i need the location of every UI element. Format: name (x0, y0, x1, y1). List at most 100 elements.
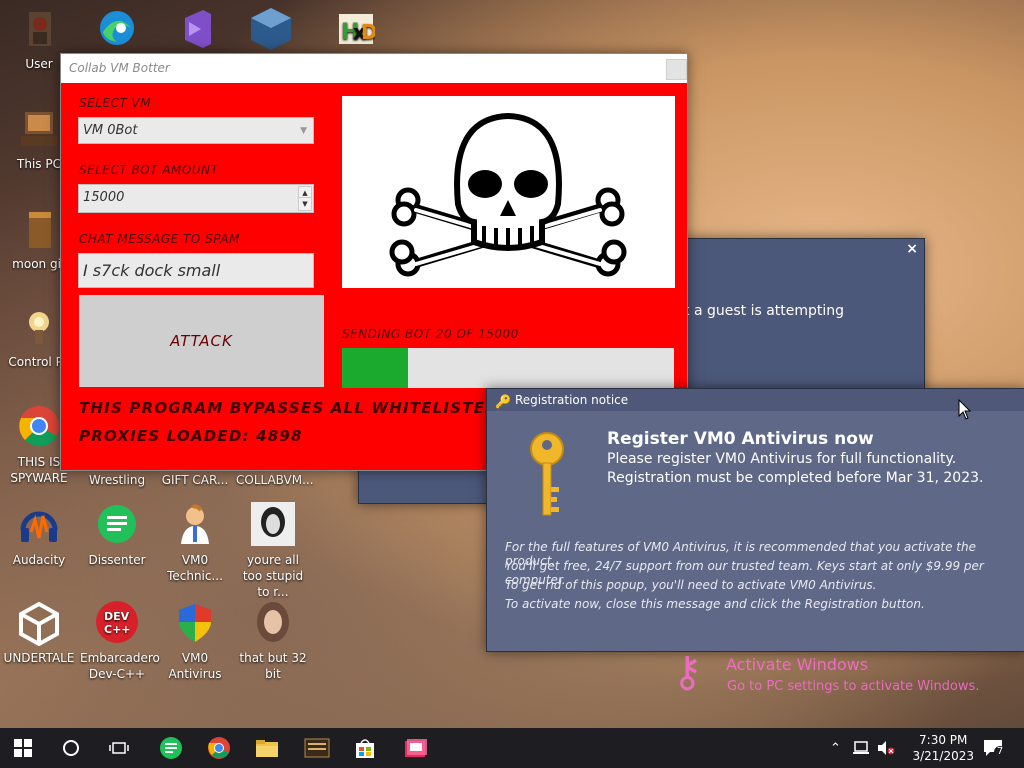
unity-logo-icon (15, 600, 63, 647)
network-status[interactable] (852, 728, 870, 768)
svg-text:D: D (361, 20, 375, 44)
desktop-icon-edge[interactable] (80, 6, 154, 56)
close-button[interactable] (666, 59, 687, 80)
desktop-icon-dissenter[interactable]: Dissenter (80, 502, 154, 568)
desktop-icon-audacity[interactable]: Audacity (2, 502, 76, 568)
window-titlebar[interactable]: Collab VM Botter (61, 54, 687, 83)
search-circle-icon (63, 740, 79, 756)
clock-date: 3/21/2023 (912, 749, 974, 763)
info-line-3: To get rid of this popup, you'll need to… (505, 578, 877, 592)
user-folder-icon (15, 6, 63, 52)
virtualbox-icon (247, 6, 295, 52)
mouse-cursor-icon (958, 399, 972, 420)
registration-line-1: Please register VM0 Antivirus for full f… (607, 451, 957, 467)
registration-heading: Register VM0 Antivirus now (607, 429, 874, 449)
desktop-icon-label: Wrestling (88, 473, 146, 487)
stepper-down-icon[interactable]: ▼ (298, 197, 312, 211)
taskbar-store[interactable] (342, 728, 388, 768)
chrome-icon (208, 737, 230, 759)
select-vm-label: SELECT VM (79, 96, 152, 110)
window-titlebar[interactable]: 🔑 Registration notice (487, 389, 1024, 411)
skull-crossbones-icon (389, 112, 627, 277)
select-vm-dropdown[interactable]: VM 0Bot ▼ (78, 117, 314, 144)
notification-center-button[interactable]: 7 (982, 728, 1006, 768)
desktop-icon-label: Embarcadero Dev-C++ (80, 651, 160, 681)
dissenter-icon (93, 502, 141, 548)
desktop-icon-label: VM0 Antivirus (168, 651, 222, 681)
bot-amount-value: 15000 (83, 190, 125, 205)
bot-amount-label: SELECT BOT AMOUNT (79, 163, 219, 177)
app-window-icon (304, 738, 330, 758)
close-icon[interactable]: × (906, 241, 918, 257)
desktop-icon-virtualbox[interactable] (234, 6, 308, 56)
folder-box-icon (15, 206, 63, 252)
desktop-icon-that-but-32-bit[interactable]: that but 32 bit (236, 600, 310, 682)
desktop-icon-label: Audacity (12, 553, 66, 567)
clock-time: 7:30 PM (919, 733, 968, 747)
windows-logo-icon (14, 739, 32, 757)
taskbar-collab-vm-botter[interactable] (392, 728, 438, 768)
volume-control[interactable] (876, 728, 896, 768)
registration-notice-window: 🔑 Registration notice Register VM0 Antiv… (486, 388, 1024, 652)
chrome-icon (15, 404, 63, 450)
desktop-icon-vm0-technician[interactable]: VM0 Technic... (158, 502, 232, 584)
chat-message-label: CHAT MESSAGE TO SPAM (79, 232, 240, 246)
control-panel-icon (15, 304, 63, 350)
chevron-up-icon: ⌃ (830, 740, 841, 756)
desktop-icon-label: VM0 Technic... (167, 553, 223, 583)
taskbar-app[interactable] (294, 728, 340, 768)
portrait-painting-icon (249, 600, 297, 646)
desktop-icon-vm0-antivirus[interactable]: VM0 Antivirus (158, 600, 232, 682)
notification-count: 7 (994, 746, 1006, 758)
registration-line-2: Registration must be completed before Ma… (607, 470, 984, 486)
folder-icon (256, 740, 278, 757)
dev-cpp-icon: DEV C++ (93, 600, 141, 646)
search-button[interactable] (48, 728, 94, 768)
visual-studio-icon (171, 6, 219, 52)
svg-text:DEV: DEV (104, 610, 130, 623)
chat-message-input[interactable]: I s7ck dock small (78, 253, 314, 288)
chat-message-value: I s7ck dock small (83, 261, 221, 280)
desktop-icon-undertale[interactable]: UNDERTALE (2, 600, 76, 666)
desktop-icon-label: youre all too stupid to r... (242, 553, 304, 599)
window-title: Registration notice (515, 393, 629, 407)
watermark-key-icon: ⚷ (672, 647, 703, 696)
network-icon (853, 741, 869, 754)
security-shield-icon (171, 600, 219, 646)
chevron-down-icon: ▼ (300, 126, 307, 136)
key-small-icon: 🔑 (495, 395, 512, 410)
speaker-muted-icon (878, 741, 895, 755)
golden-key-icon (530, 432, 564, 516)
dialog-message: t a guest is attempting (684, 303, 845, 319)
start-button[interactable] (0, 728, 46, 768)
desktop-icon-hxd[interactable]: HxD (314, 6, 388, 56)
desktop-icon-label: GIFT CAR... (161, 473, 229, 487)
window-title: Collab VM Botter (69, 61, 170, 75)
taskbar-clock[interactable]: 7:30 PM 3/21/2023 (912, 732, 974, 764)
technician-person-icon (171, 502, 219, 548)
svg-text:C++: C++ (104, 623, 131, 636)
store-bag-icon (356, 739, 374, 758)
activate-windows-subtitle: Go to PC settings to activate Windows. (727, 679, 980, 694)
hex-editor-icon: HxD (327, 6, 378, 52)
sending-status-text: SENDING BOT 20 OF 15000 (342, 327, 519, 341)
taskbar-dissenter[interactable] (148, 728, 194, 768)
task-view-icon (109, 742, 129, 754)
bypass-text: THIS PROGRAM BYPASSES ALL WHITELISTER! (79, 399, 506, 417)
info-line-4: To activate now, close this message and … (505, 597, 925, 611)
select-vm-value: VM 0Bot (83, 123, 138, 138)
desktop-icon-visual-studio[interactable] (158, 6, 232, 56)
taskbar: ⌃ 7:30 PM 3/21/2023 7 (0, 728, 1024, 768)
attack-button[interactable]: ATTACK (79, 295, 324, 387)
bot-amount-stepper[interactable]: 15000 ▲ ▼ (78, 184, 314, 213)
desktop-icon-dev-cpp[interactable]: DEV C++ Embarcadero Dev-C++ (80, 600, 160, 682)
task-view-button[interactable] (96, 728, 142, 768)
show-hidden-icons-button[interactable]: ⌃ (830, 728, 841, 768)
taskbar-file-explorer[interactable] (244, 728, 290, 768)
dissenter-icon (160, 737, 182, 759)
desktop-icon-youre-all-too-stupid[interactable]: youre all too stupid to r... (236, 502, 310, 600)
activate-windows-title: Activate Windows (726, 655, 869, 674)
botter-app-icon (405, 739, 427, 757)
taskbar-chrome[interactable] (196, 728, 242, 768)
desktop-icon-label: COLLABVM... (236, 473, 314, 487)
